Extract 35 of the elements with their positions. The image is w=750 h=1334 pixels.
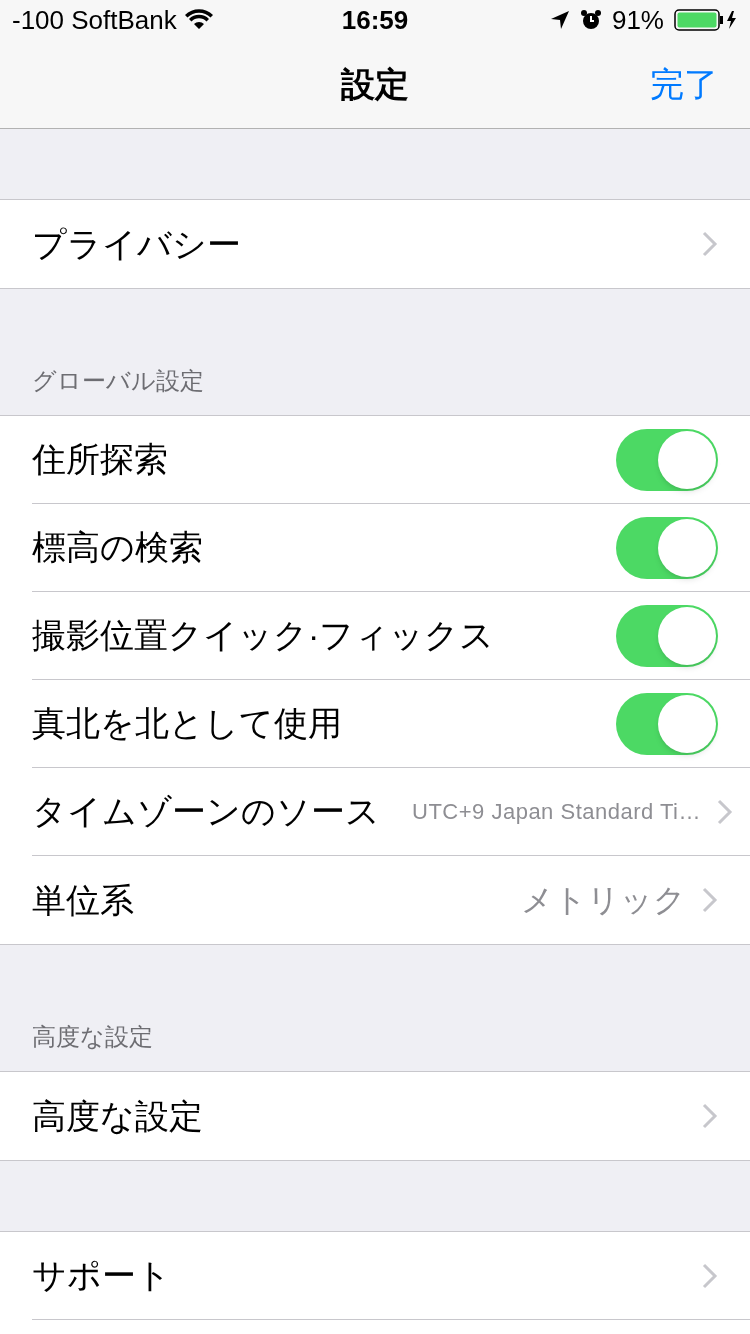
- row-label: 高度な設定: [32, 1095, 203, 1137]
- section-header: グローバル設定: [32, 366, 204, 396]
- clock-text: 16:59: [341, 3, 409, 37]
- row-label: 標高の検索: [32, 527, 203, 568]
- section-header: 高度な設定: [32, 1022, 153, 1052]
- chevron-icon: [702, 887, 718, 913]
- settings-row[interactable]: 住所探索: [0, 416, 750, 504]
- row-label: プライバシー: [32, 223, 241, 265]
- done-button[interactable]: 完了: [650, 58, 718, 110]
- settings-row[interactable]: 高度な設定: [0, 1072, 750, 1160]
- row-value: UTC+9 Japan Standard Ti…: [412, 798, 701, 826]
- location-arrow-icon: [549, 10, 570, 30]
- battery-charging-icon: [674, 9, 738, 31]
- chevron-icon: [702, 1103, 718, 1129]
- settings-row[interactable]: 撮影位置クイック·フィックス: [0, 592, 750, 680]
- row-label: 撮影位置クイック·フィックス: [32, 615, 495, 656]
- carrier-text: -100 SoftBank: [12, 3, 177, 37]
- nav-title: 設定: [341, 63, 409, 105]
- battery-percent-text: 91%: [611, 3, 664, 37]
- row-label: 住所探索: [32, 439, 168, 480]
- settings-row[interactable]: 真北を北として使用: [0, 680, 750, 768]
- chevron-icon: [702, 1262, 718, 1289]
- chevron-icon: [702, 231, 718, 257]
- row-label: サポート: [32, 1255, 171, 1296]
- settings-row[interactable]: タイムゾーンのソース UTC+9 Japan Standard Ti…: [0, 768, 750, 856]
- settings-row[interactable]: プライバシー: [0, 200, 750, 288]
- settings-row[interactable]: 標高の検索: [0, 504, 750, 592]
- settings-row[interactable]: 単位系 メトリック: [0, 856, 750, 944]
- wifi-icon: [184, 9, 213, 31]
- alarm-clock-icon: [579, 9, 602, 31]
- chevron-icon: [717, 798, 733, 825]
- row-label: 真北を北として使用: [32, 703, 342, 744]
- row-value: メトリック: [521, 881, 686, 920]
- row-label: 単位系: [32, 879, 134, 921]
- row-label: タイムゾーンのソース: [32, 791, 380, 832]
